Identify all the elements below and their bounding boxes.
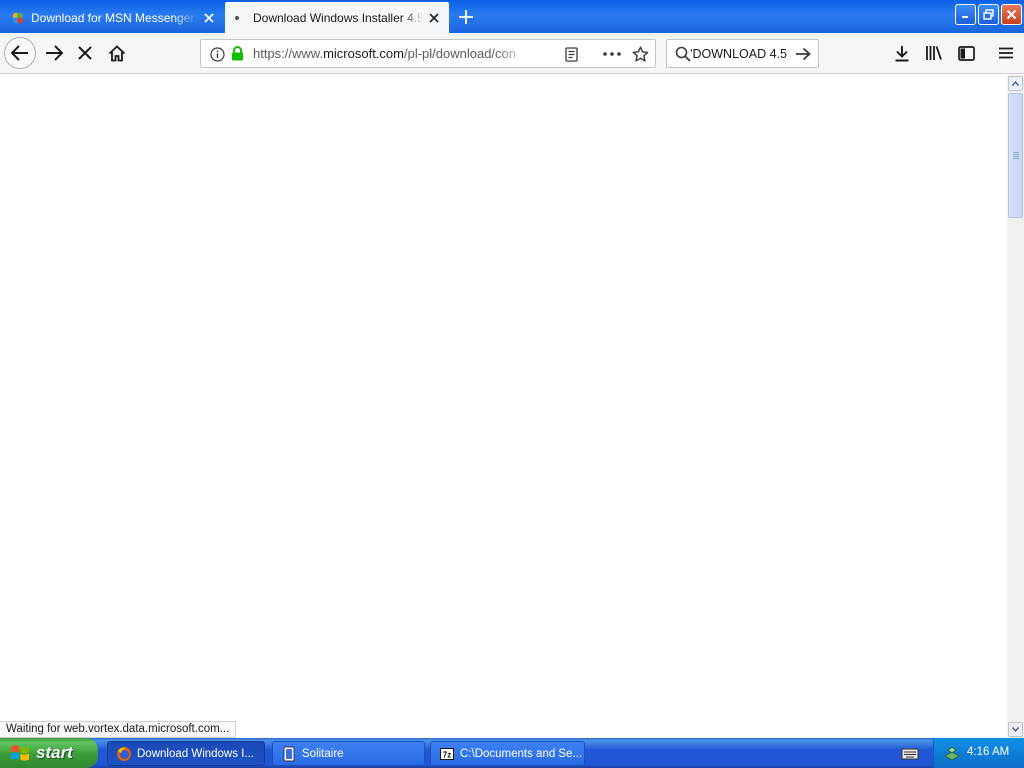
tab-windows-installer[interactable]: Download Windows Installer 4.5 R: [225, 2, 449, 33]
bookmark-star-icon[interactable]: [631, 45, 649, 63]
sidebar-toggle-button[interactable]: [950, 37, 982, 69]
new-tab-button[interactable]: [454, 5, 478, 29]
scroll-down-button[interactable]: [1008, 722, 1023, 737]
search-bar[interactable]: 4.5 DOWNLOAD': [666, 39, 819, 68]
tab-title: Download Windows Installer 4.5 R: [253, 10, 423, 25]
keyboard-icon[interactable]: [900, 745, 920, 761]
scroll-up-button[interactable]: [1008, 76, 1023, 91]
system-tray: 4:16 AM: [933, 738, 1024, 768]
navigation-toolbar: https://www.microsoft.com/pl-pl/download…: [0, 33, 1024, 74]
downloads-button[interactable]: [886, 37, 918, 69]
library-button[interactable]: [918, 37, 950, 69]
msn-butterfly-icon: [12, 12, 24, 23]
page-actions-icon[interactable]: [601, 46, 623, 62]
plus-icon: [459, 10, 473, 24]
search-icon: [674, 45, 691, 62]
taskbar-item-label: Solitaire: [302, 747, 344, 760]
caret-down-icon: [1012, 727, 1019, 732]
arrow-right-icon: [46, 45, 63, 61]
7zip-icon: 7z: [440, 747, 454, 760]
close-window-button[interactable]: [1001, 4, 1022, 25]
loading-indicator-icon: [235, 15, 239, 20]
start-button[interactable]: start: [0, 738, 98, 768]
scroll-thumb[interactable]: [1008, 93, 1023, 218]
restore-button[interactable]: [978, 4, 999, 25]
status-bar: Waiting for web.vortex.data.microsoft.co…: [0, 721, 237, 738]
minimize-icon: [962, 16, 968, 18]
library-icon: [926, 46, 942, 60]
start-label: start: [36, 743, 73, 762]
forward-button[interactable]: [38, 37, 70, 69]
taskbar-item-label: Download Windows I...: [137, 747, 254, 760]
download-arrow-icon: [895, 45, 909, 61]
tab-strip: Download for MSN Messenger | Ex Download…: [0, 0, 1024, 33]
vertical-scrollbar[interactable]: [1007, 75, 1024, 738]
firefox-icon: [117, 746, 131, 761]
caret-up-icon: [1012, 81, 1019, 86]
home-icon: [108, 44, 126, 61]
info-icon[interactable]: [209, 46, 225, 62]
minimize-button[interactable]: [955, 4, 976, 25]
stop-icon: [78, 46, 92, 60]
close-icon: [1006, 9, 1017, 20]
home-button[interactable]: [101, 37, 133, 69]
close-tab-icon[interactable]: [423, 7, 445, 29]
clock[interactable]: 4:16 AM: [967, 746, 1009, 758]
taskbar-item-firefox[interactable]: Download Windows I...: [107, 741, 265, 766]
taskbar-item-label: C:\Documents and Se...: [460, 747, 583, 760]
back-button[interactable]: [4, 37, 36, 69]
reader-view-icon[interactable]: [563, 46, 579, 62]
restore-icon: [983, 9, 994, 20]
arrow-left-icon: [11, 45, 28, 61]
search-go-arrow-icon[interactable]: [794, 45, 812, 62]
windows-logo-icon: [11, 745, 29, 761]
taskbar-item-solitaire[interactable]: Solitaire: [272, 741, 425, 766]
page-content[interactable]: [0, 75, 1007, 738]
taskbar: start Download Windows I... Solitaire 7z…: [0, 738, 1024, 768]
network-icon[interactable]: [942, 744, 960, 762]
lock-icon[interactable]: [229, 45, 245, 62]
url-bar[interactable]: https://www.microsoft.com/pl-pl/download…: [200, 39, 656, 68]
taskbar-item-7zip[interactable]: 7z C:\Documents and Se...: [430, 741, 585, 766]
svg-text:7z: 7z: [443, 750, 451, 759]
solitaire-cards-icon: [283, 746, 295, 761]
tab-title: Download for MSN Messenger | Ex: [31, 10, 198, 25]
menu-button[interactable]: [990, 37, 1022, 69]
close-tab-icon[interactable]: [198, 7, 220, 29]
search-input[interactable]: 4.5 DOWNLOAD': [691, 47, 787, 61]
stop-button[interactable]: [69, 37, 101, 69]
hamburger-menu-icon: [999, 47, 1013, 59]
sidebar-icon: [957, 45, 975, 61]
url-text[interactable]: https://www.microsoft.com/pl-pl/download…: [253, 46, 529, 61]
tab-msn-messenger[interactable]: Download for MSN Messenger | Ex: [0, 2, 224, 33]
